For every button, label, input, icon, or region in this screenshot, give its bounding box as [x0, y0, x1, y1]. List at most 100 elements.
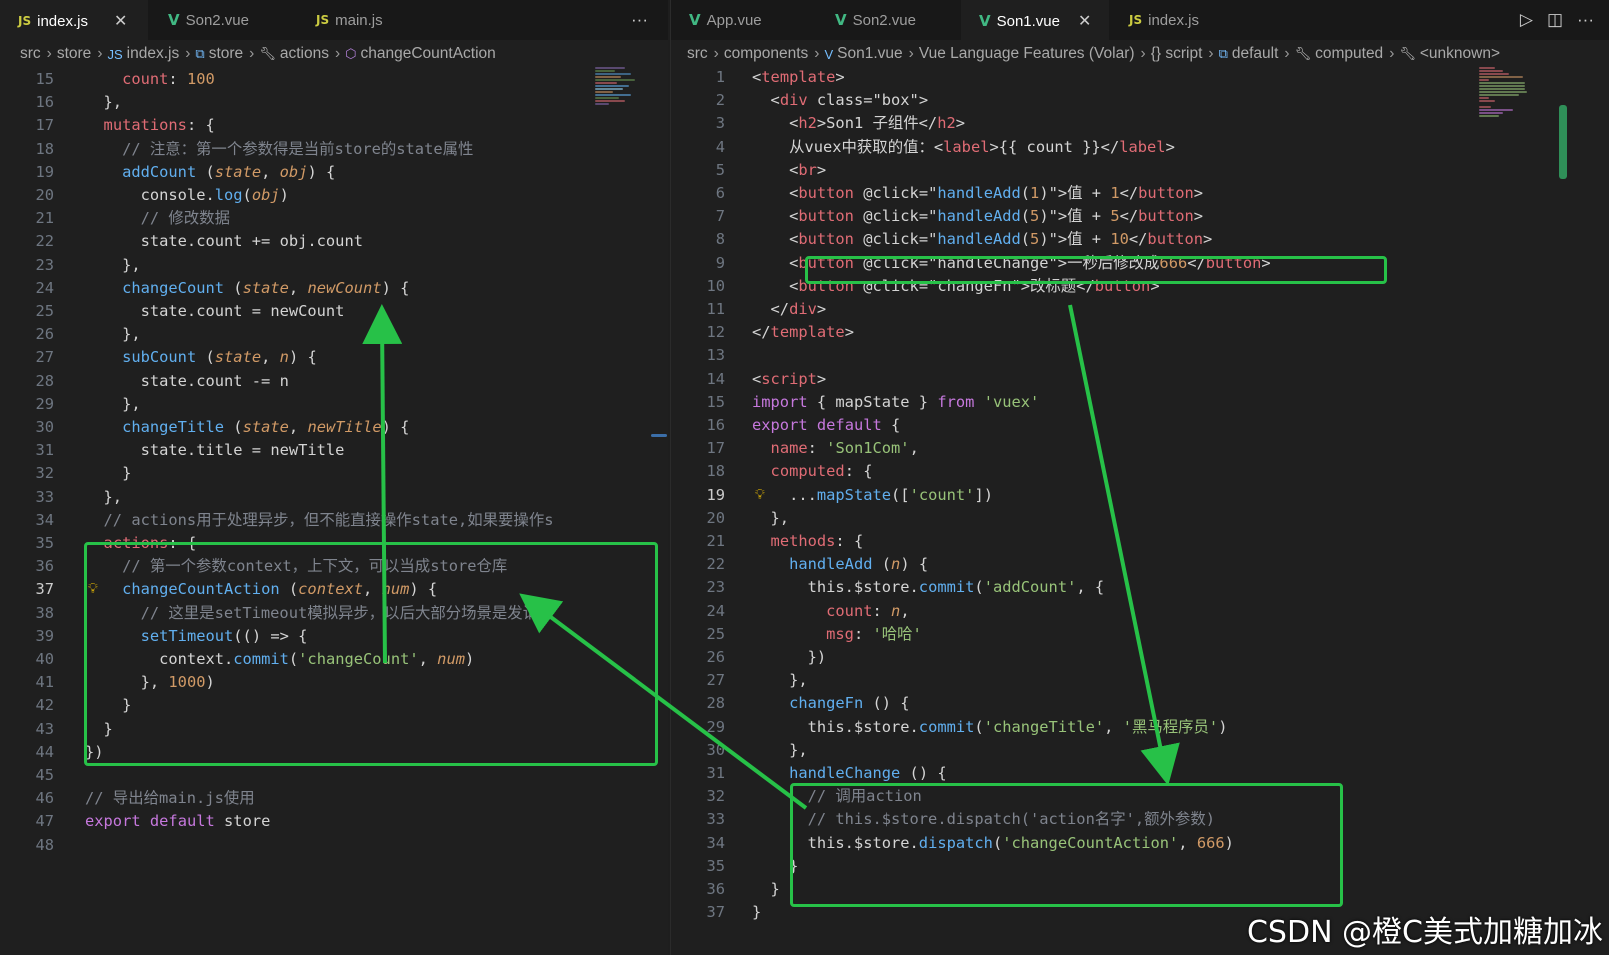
breadcrumb-item[interactable]: index.js [127, 45, 180, 63]
annotation-box-handlechange-button [805, 256, 1387, 284]
code-line[interactable]: 23 this.$store.commit('addCount', { [671, 576, 1609, 599]
code-line[interactable]: 7 <button @click="handleAdd(5)">值 + 5</b… [671, 205, 1609, 228]
code-line[interactable]: 45 [0, 764, 668, 787]
run-icon[interactable]: ▷ [1520, 10, 1533, 30]
code-editor[interactable]: 15 count: 100 16 }, 17 mutations: {18 // 注… [0, 68, 668, 955]
breadcrumb-item[interactable]: changeCountAction [361, 45, 496, 63]
code-line[interactable]: 5 <br> [671, 159, 1609, 182]
code-line[interactable]: 13 [671, 344, 1609, 367]
split-editor-icon[interactable]: ◫ [1547, 10, 1563, 30]
close-icon[interactable]: ✕ [114, 11, 127, 31]
code-line[interactable]: 24 changeCount (state, newCount) { [0, 277, 668, 300]
code-line[interactable]: 27 subCount (state, n) { [0, 346, 668, 369]
code-text: }) [752, 648, 827, 666]
minimap[interactable] [1479, 66, 1539, 176]
code-line[interactable]: 46 // 导出给main.js使用 [0, 787, 668, 810]
breadcrumb-item[interactable]: Son1.vue [837, 45, 903, 63]
more-actions-icon[interactable]: ··· [631, 10, 648, 30]
code-line[interactable]: 30 }, [671, 739, 1609, 762]
code-line[interactable]: 47 export default store [0, 810, 668, 833]
code-line[interactable]: 26 }, [0, 323, 668, 346]
code-line[interactable]: 31 handleChange () { [671, 762, 1609, 785]
line-number: 37 [35, 580, 54, 599]
line-number: 30 [35, 418, 54, 436]
code-line[interactable]: 17 mutations: { [0, 114, 668, 137]
code-line[interactable]: 15 import { mapState } from 'vuex' [671, 391, 1609, 414]
breadcrumb-item[interactable]: components [724, 45, 808, 63]
breadcrumb-item[interactable]: default [1232, 45, 1279, 63]
code-line[interactable]: 30 changeTitle (state, newTitle) { [0, 416, 668, 439]
code-line[interactable]: 4 从vuex中获取的值：<label>{{ count }}</label> [671, 136, 1609, 159]
code-line[interactable]: 15 count: 100 [0, 68, 668, 91]
code-text: console.log(obj) [85, 186, 289, 204]
lightbulb-icon[interactable]: 💡︎ [755, 484, 765, 507]
code-line[interactable]: 3 <h2>Son1 子组件</h2> [671, 112, 1609, 135]
code-line[interactable]: 34 // actions用于处理异步，但不能直接操作state,如果要操作s [0, 509, 668, 532]
code-line[interactable]: 16 export default { [671, 414, 1609, 437]
line-number: 35 [35, 534, 54, 552]
code-line[interactable]: 33 }, [0, 486, 668, 509]
minimap[interactable] [595, 66, 655, 176]
code-line[interactable]: 28 state.count -= n [0, 370, 668, 393]
code-line[interactable]: 26 }) [671, 646, 1609, 669]
code-line[interactable]: 25 state.count = newCount [0, 300, 668, 323]
scrollbar-thumb[interactable] [1559, 105, 1567, 179]
code-line[interactable]: 29 this.$store.commit('changeTitle', '黑马… [671, 716, 1609, 739]
code-line[interactable]: 28 changeFn () { [671, 692, 1609, 715]
more-actions-icon[interactable]: ··· [1577, 10, 1594, 30]
code-line[interactable]: 32 } [0, 462, 668, 485]
code-line[interactable]: 25 msg: '哈哈' [671, 623, 1609, 646]
code-line[interactable]: 8 <button @click="handleAdd(5)">值 + 10</… [671, 228, 1609, 251]
close-icon[interactable]: ✕ [1078, 11, 1091, 31]
code-line[interactable]: 21 // 修改数据 [0, 207, 668, 230]
code-line[interactable]: 12 </template> [671, 321, 1609, 344]
breadcrumb-item[interactable]: {} script [1151, 45, 1203, 63]
code-line[interactable]: 23 }, [0, 254, 668, 277]
breadcrumb-item[interactable]: <unknown> [1420, 45, 1500, 63]
code-line[interactable]: 14 <script> [671, 368, 1609, 391]
code-line[interactable]: 31 state.title = newTitle [0, 439, 668, 462]
method-cube-icon: ⬡ [345, 46, 357, 61]
line-number: 26 [35, 325, 54, 344]
code-line[interactable]: 20 console.log(obj) [0, 184, 668, 207]
code-line[interactable]: 29 }, [0, 393, 668, 416]
code-line[interactable]: 17 name: 'Son1Com', [671, 437, 1609, 460]
tab-index-js[interactable]: JS index.js ✕ [0, 0, 148, 40]
tab-son2-vue[interactable]: V Son2.vue [150, 0, 296, 40]
tab-son1-vue[interactable]: V Son1.vue ✕ [961, 0, 1109, 40]
code-line[interactable]: 16 }, [0, 91, 668, 114]
code-line[interactable]: 22 handleAdd (n) { [671, 553, 1609, 576]
tab-actions: ··· [631, 0, 648, 40]
breadcrumb-item[interactable]: src [20, 45, 41, 63]
code-line[interactable]: 22 state.count += obj.count [0, 230, 668, 253]
breadcrumb-item[interactable]: computed [1315, 45, 1383, 63]
code-line[interactable]: 24 count: n, [671, 600, 1609, 623]
code-line[interactable]: 19 ...mapState(['count']) 💡︎ [671, 484, 1609, 507]
code-line[interactable]: 27 }, [671, 669, 1609, 692]
code-line[interactable]: 48 [0, 834, 668, 857]
tab-main-js[interactable]: JS main.js [298, 0, 448, 40]
breadcrumb-item[interactable]: store [209, 45, 243, 63]
breadcrumb-item[interactable]: store [57, 45, 91, 63]
code-line[interactable]: 18 // 注意：第一个参数得是当前store的state属性 [0, 138, 668, 161]
line-number: 11 [706, 300, 725, 318]
code-line[interactable]: 11 </div> [671, 298, 1609, 321]
breadcrumb-item[interactable]: Vue Language Features (Volar) [919, 45, 1135, 63]
breadcrumb-item[interactable]: actions [280, 45, 329, 63]
code-line[interactable]: 20 }, [671, 507, 1609, 530]
breadcrumb: src › components › V Son1.vue › Vue Language… [671, 42, 1609, 66]
code-line[interactable]: 19 addCount (state, obj) { [0, 161, 668, 184]
breadcrumb-item[interactable]: src [687, 45, 708, 63]
code-line[interactable]: 6 <button @click="handleAdd(1)">值 + 1</b… [671, 182, 1609, 205]
code-line[interactable]: 2 <div class="box"> [671, 89, 1609, 112]
tab-son2-vue[interactable]: V Son2.vue [817, 0, 959, 40]
code-line[interactable]: 21 methods: { [671, 530, 1609, 553]
code-line[interactable]: 18 computed: { [671, 460, 1609, 483]
line-number: 32 [35, 464, 54, 483]
line-number: 25 [706, 624, 725, 643]
tab-index-js[interactable]: JS index.js [1111, 0, 1261, 40]
code-text: state.title = newTitle [85, 441, 345, 460]
chevron-right-icon: › [1389, 45, 1395, 62]
tab-app-vue[interactable]: V App.vue [671, 0, 815, 40]
code-line[interactable]: 1 <template> [671, 66, 1609, 89]
